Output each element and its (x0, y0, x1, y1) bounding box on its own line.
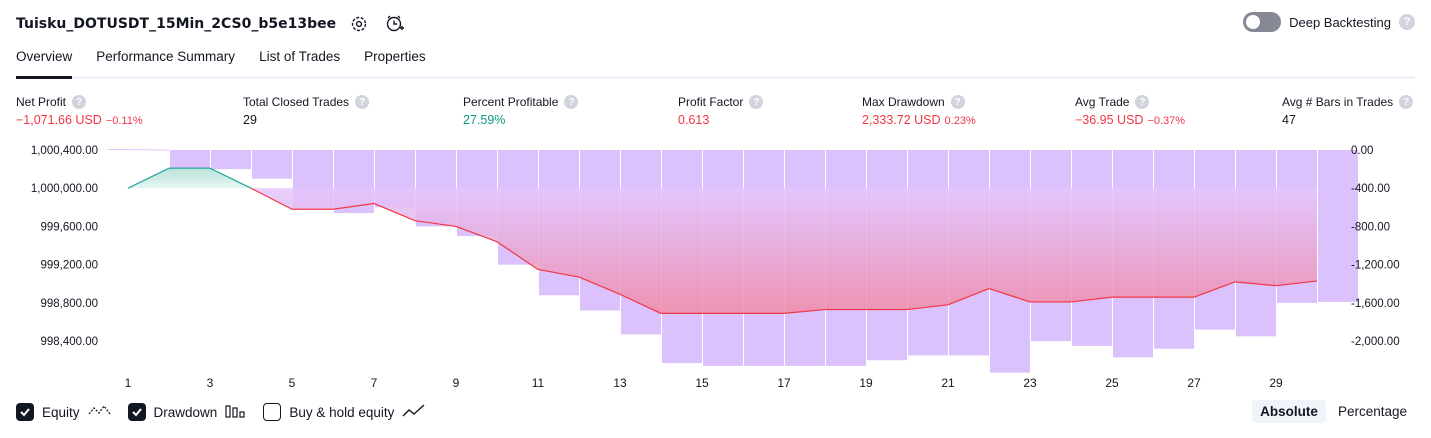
stat-total-closed-trades: Total Closed Trades? 29 (243, 93, 370, 127)
settings-gear-icon[interactable] (346, 11, 372, 37)
equity-drawdown-chart[interactable]: 1,000,400.00 1,000,000.00 999,600.00 999,20… (0, 140, 1431, 392)
buy-hold-line-icon (402, 403, 426, 421)
legend-buy-hold[interactable]: Buy & hold equity (263, 403, 426, 421)
buy-hold-checkbox[interactable] (263, 403, 282, 421)
left-axis-tick-label: 998,400.00 (40, 336, 98, 348)
info-icon[interactable]: ? (72, 95, 87, 109)
left-axis: 1,000,400.00 1,000,000.00 999,600.00 999,20… (31, 145, 98, 348)
legend-drawdown[interactable]: Drawdown (127, 403, 248, 421)
left-axis-tick-label: 999,600.00 (40, 221, 98, 233)
stat-label: Net Profit (16, 95, 67, 109)
stat-label: Max Drawdown (862, 95, 945, 109)
stat-avg-bars: Avg # Bars in Trades? 47 (1282, 93, 1414, 127)
equity-loss-area (128, 188, 1317, 314)
tab-list-of-trades[interactable]: List of Trades (259, 44, 340, 76)
x-axis-tick-label: 21 (941, 376, 955, 390)
buy-hold-label: Buy & hold equity (289, 404, 395, 420)
x-axis-tick-label: 27 (1187, 376, 1201, 390)
right-axis-tick-label: 0.00 (1351, 145, 1373, 157)
stat-value: 2,333.72 USD (862, 113, 941, 127)
stat-avg-trade: Avg Trade? −36.95 USD −0.37% (1075, 93, 1185, 127)
x-axis-tick-label: 9 (453, 376, 460, 390)
drawdown-bar (252, 150, 292, 179)
stat-label: Avg Trade (1075, 95, 1130, 109)
stat-net-profit: Net Profit? −1,071.66 USD −0.11% (16, 93, 143, 127)
stat-value: −1,071.66 USD (16, 113, 102, 127)
tab-performance-summary[interactable]: Performance Summary (96, 44, 235, 76)
equity-area (128, 168, 1317, 314)
stat-max-drawdown: Max Drawdown? 2,333.72 USD 0.23% (862, 93, 976, 127)
right-axis-tick-label: -1,200.00 (1351, 260, 1400, 272)
x-axis-tick-label: 29 (1269, 376, 1283, 390)
info-icon[interactable]: ? (950, 95, 965, 109)
strategy-header: Tuisku_DOTUSDT_15Min_2CS0_b5e13bee (16, 10, 408, 38)
drawdown-label: Drawdown (153, 404, 218, 420)
report-tabs: Overview Performance Summary List of Tra… (16, 44, 1415, 79)
stat-value: 0.613 (678, 113, 710, 127)
stat-percent: 0.23% (944, 115, 976, 127)
x-axis-tick-label: 15 (695, 376, 709, 390)
x-axis-tick-label: 1 (125, 376, 132, 390)
tab-overview[interactable]: Overview (16, 44, 73, 79)
info-icon[interactable]: ? (749, 95, 764, 109)
x-axis: 1 3 5 7 9 11 13 15 17 19 21 23 25 27 29 (125, 376, 1283, 390)
absolute-mode-button[interactable]: Absolute (1252, 400, 1326, 423)
stat-label: Percent Profitable (463, 95, 559, 109)
deep-backtesting-control: Deep Backtesting ? (1243, 12, 1415, 32)
equity-label: Equity (42, 404, 80, 420)
legend-equity[interactable]: Equity (16, 403, 112, 421)
info-icon[interactable]: ? (1135, 95, 1150, 109)
info-icon[interactable]: ? (355, 95, 370, 109)
percentage-mode-button[interactable]: Percentage (1330, 400, 1415, 423)
left-axis-tick-label: 1,000,000.00 (31, 183, 98, 195)
stat-value: −36.95 USD (1075, 113, 1144, 127)
stat-label: Avg # Bars in Trades (1282, 95, 1394, 109)
x-axis-tick-label: 23 (1023, 376, 1037, 390)
info-icon[interactable]: ? (1399, 95, 1414, 109)
tab-properties[interactable]: Properties (364, 44, 426, 76)
stat-value: 29 (243, 113, 257, 127)
drawdown-bar (211, 150, 251, 170)
right-axis-tick-label: -2,000.00 (1351, 336, 1400, 348)
equity-start-stub (107, 149, 170, 151)
right-axis-tick-label: -400.00 (1351, 183, 1390, 195)
left-axis-tick-label: 1,000,400.00 (31, 145, 98, 157)
stat-percent-profitable: Percent Profitable? 27.59% (463, 93, 579, 127)
deep-backtesting-toggle[interactable] (1243, 12, 1282, 32)
equity-line-icon (88, 404, 112, 421)
right-axis-tick-label: -800.00 (1351, 221, 1390, 233)
x-axis-tick-label: 3 (207, 376, 214, 390)
stat-value: 27.59% (463, 113, 506, 127)
equity-checkbox[interactable] (16, 403, 34, 421)
right-axis-tick-label: -1,600.00 (1351, 298, 1400, 310)
drawdown-bar (170, 150, 210, 170)
stat-percent: −0.11% (105, 115, 143, 127)
drawdown-checkbox[interactable] (127, 403, 146, 421)
left-axis-tick-label: 999,200.00 (40, 260, 98, 272)
stat-profit-factor: Profit Factor? 0.613 (678, 93, 764, 127)
stat-percent: −0.37% (1147, 115, 1186, 127)
deep-backtesting-label: Deep Backtesting (1289, 14, 1391, 30)
stat-value: 47 (1282, 113, 1296, 127)
x-axis-tick-label: 13 (613, 376, 627, 390)
x-axis-tick-label: 25 (1105, 376, 1119, 390)
drawdown-bars-icon (225, 404, 247, 421)
left-axis-tick-label: 998,800.00 (40, 298, 98, 310)
value-mode-switch: Absolute Percentage (1252, 400, 1415, 423)
chart-legend: Equity Drawdown Buy & hold equity (16, 403, 426, 421)
stat-label: Profit Factor (678, 95, 744, 109)
x-axis-tick-label: 7 (371, 376, 378, 390)
x-axis-tick-label: 11 (532, 376, 545, 390)
right-axis: 0.00 -400.00 -800.00 -1,200.00 -1,600.00 -2,0… (1351, 145, 1400, 348)
stats-row: Net Profit? −1,071.66 USD −0.11% Total Cl… (16, 93, 1415, 133)
x-axis-tick-label: 5 (289, 376, 296, 390)
strategy-title: Tuisku_DOTUSDT_15Min_2CS0_b5e13bee (16, 16, 337, 32)
add-alert-clock-icon[interactable] (382, 11, 408, 37)
stat-label: Total Closed Trades (243, 95, 350, 109)
x-axis-tick-label: 19 (859, 376, 873, 390)
x-axis-tick-label: 17 (777, 376, 791, 390)
help-icon[interactable]: ? (1399, 14, 1415, 30)
info-icon[interactable]: ? (564, 95, 579, 109)
